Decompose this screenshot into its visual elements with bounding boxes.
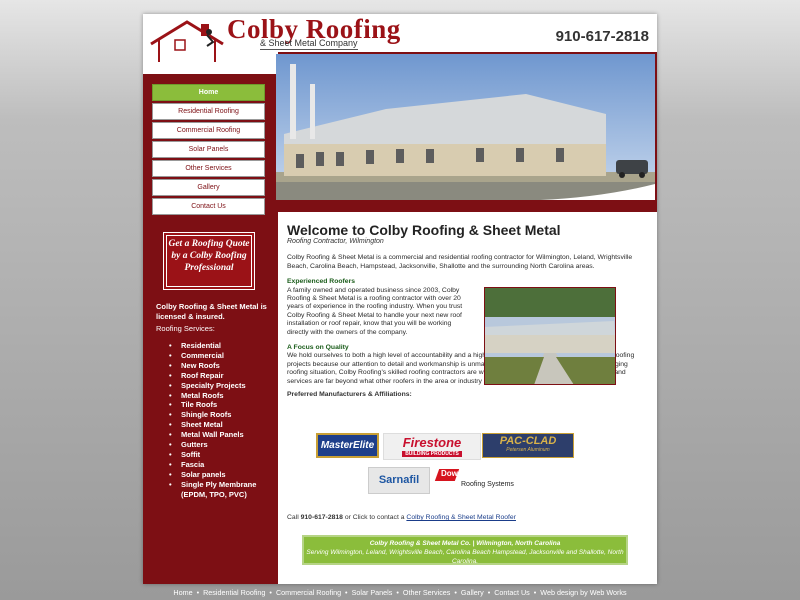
bottom-nav-residential[interactable]: Residential Roofing [203,588,265,597]
service-item: New Roofs [167,361,277,371]
intro-paragraph: Colby Roofing & Sheet Metal is a commerc… [287,254,633,270]
masterelite-text: MasterElite [320,440,375,451]
experienced-body: A family owned and operated business sin… [287,286,463,336]
service-item: Gutters [167,440,277,450]
call-mid: or Click to contact a [344,514,405,521]
service-item: Residential [167,341,277,351]
firestone-text: Firestone [402,435,462,450]
services-list: Residential Commercial New Roofs Roof Re… [167,341,277,500]
service-item: Solar panels [167,470,277,480]
footer-box-sub: Serving Wilmington, Leland, Wrightsville… [306,549,624,565]
house-logo-icon [150,20,224,62]
building-photo [484,287,616,385]
bottom-nav-web-design[interactable]: Web design by Web Works [540,588,626,597]
main-nav: Home Residential Roofing Commercial Roof… [152,84,265,217]
bottom-nav-solar[interactable]: Solar Panels [352,588,393,597]
service-item: Fascia [167,460,277,470]
dow-text: Dow [441,469,458,478]
service-item: Sheet Metal [167,420,277,430]
firestone-logo[interactable]: Firestone BUILDING PRODUCTS [383,433,481,460]
bottom-nav-other[interactable]: Other Services [403,588,451,597]
service-item: Specialty Projects [167,381,277,391]
nav-other-services[interactable]: Other Services [152,160,265,177]
service-item: Metal Wall Panels [167,430,277,440]
contact-roofer-link[interactable]: Colby Roofing & Sheet Metal Roofer [406,514,516,521]
pac-clad-text: PAC-CLAD [499,435,557,447]
nav-residential-roofing[interactable]: Residential Roofing [152,103,265,120]
licensed-text: Colby Roofing & Sheet Metal is licensed … [156,302,267,321]
header-phone: 910-617-2818 [555,28,649,45]
nav-home[interactable]: Home [152,84,265,101]
page-title: Welcome to Colby Roofing & Sheet Metal [287,222,561,238]
bottom-nav-gallery[interactable]: Gallery [461,588,484,597]
hero-building-photo [276,54,655,200]
service-item: Metal Roofs [167,391,277,401]
service-item: Tile Roofs [167,400,277,410]
sarnafil-text: Sarnafil [378,474,420,486]
page-subtitle: Roofing Contractor, Wilmington [287,238,384,245]
partners-title: Preferred Manufacturers & Affiliations: [287,391,412,399]
service-item: Shingle Roofs [167,410,277,420]
bottom-nav-commercial[interactable]: Commercial Roofing [276,588,341,597]
nav-contact-us[interactable]: Contact Us [152,198,265,215]
dow-logo[interactable]: Dow Roofing Systems [434,467,519,492]
sarnafil-logo[interactable]: Sarnafil [368,467,430,494]
bottom-nav-contact[interactable]: Contact Us [494,588,530,597]
masterelite-logo[interactable]: MasterElite [316,433,379,458]
experienced-heading: Experienced Roofers [287,278,355,286]
service-item: Soffit [167,450,277,460]
call-phone: 910-617-2818 [300,514,343,521]
service-item: Single Ply Membrane (EPDM, TPO, PVC) [167,480,277,500]
page-container: Colby Roofing & Sheet Metal Company 910-… [143,14,657,584]
firestone-sub: BUILDING PRODUCTS [402,451,462,457]
bottom-nav: Home • Residential Roofing • Commercial … [173,588,627,597]
petersen-text: Petersen Aluminum [506,447,550,453]
services-title: Roofing Services: [156,324,215,333]
footer-box-title: Colby Roofing & Sheet Metal Co. | Wilmin… [369,540,561,547]
quote-button[interactable]: Get a Roofing Quote by a Colby Roofing P… [163,232,255,290]
nav-commercial-roofing[interactable]: Commercial Roofing [152,122,265,139]
bottom-nav-home[interactable]: Home [173,588,192,597]
call-line: Call 910-617-2818 or Click to contact a … [287,514,516,521]
footer-info-box: Colby Roofing & Sheet Metal Co. | Wilmin… [302,535,628,565]
service-item: Roof Repair [167,371,277,381]
roofing-systems-text: Roofing Systems [461,481,514,488]
pac-clad-logo[interactable]: PAC-CLAD Petersen Aluminum [482,433,574,458]
logo-subtitle: & Sheet Metal Company [260,38,358,50]
nav-solar-panels[interactable]: Solar Panels [152,141,265,158]
call-prefix: Call [287,514,299,521]
main-content: Welcome to Colby Roofing & Sheet Metal R… [287,222,647,400]
service-item: Commercial [167,351,277,361]
nav-gallery[interactable]: Gallery [152,179,265,196]
